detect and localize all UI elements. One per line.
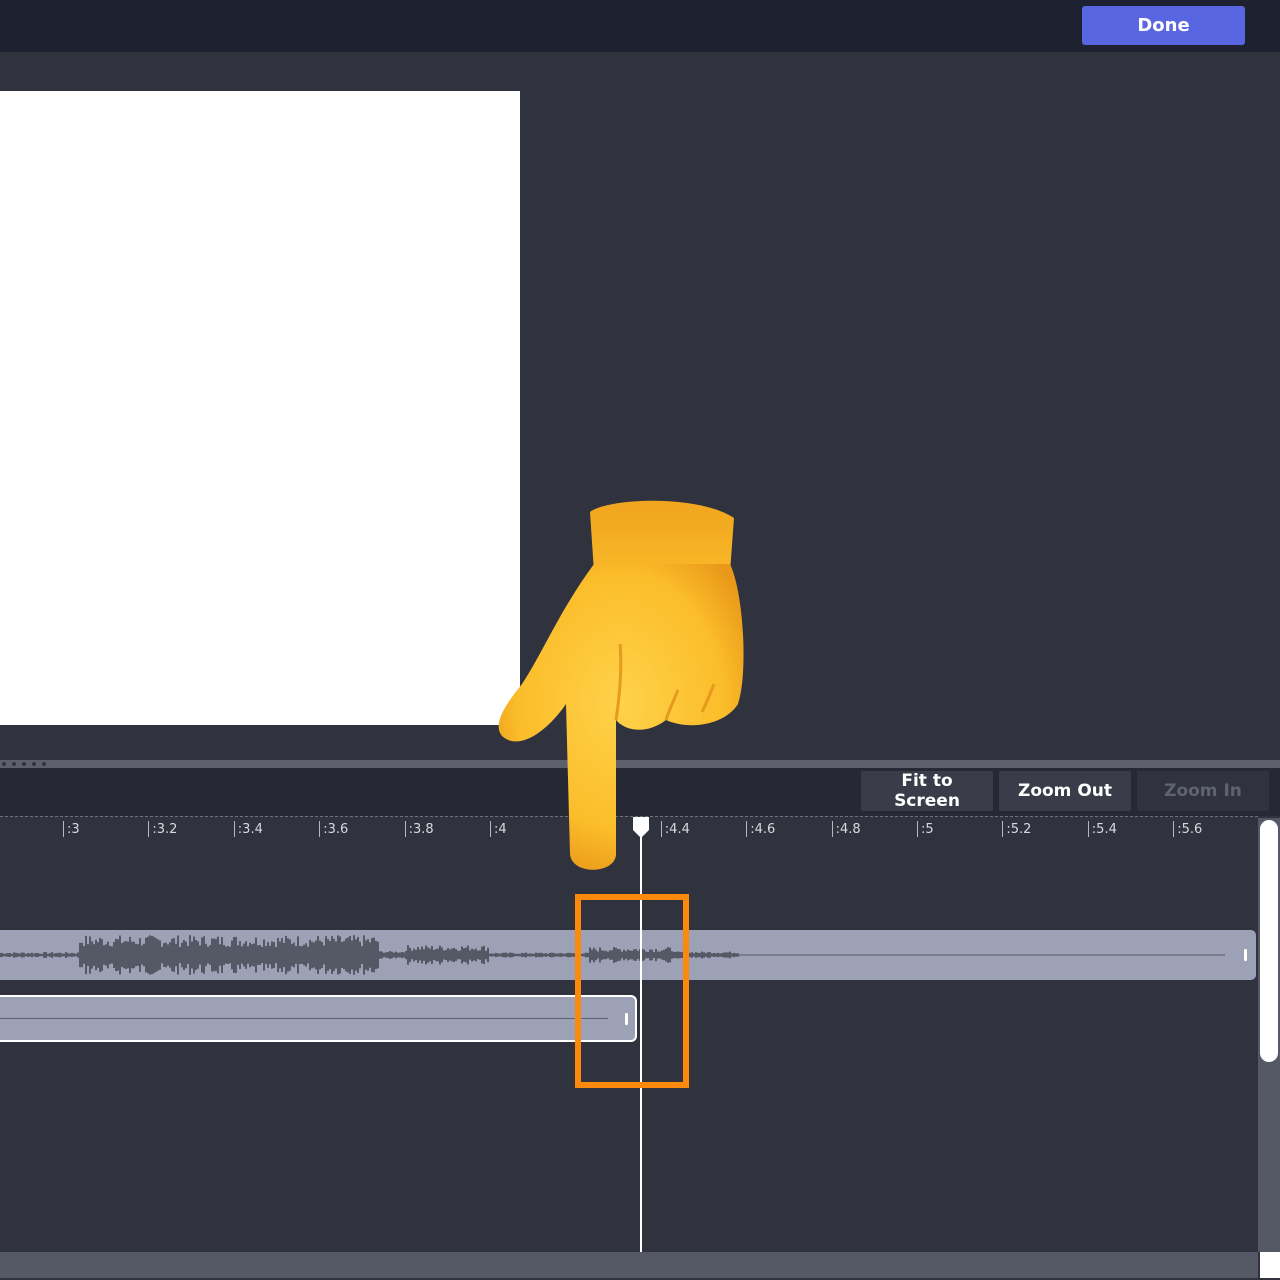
done-button[interactable]: Done [1082,6,1245,45]
top-bar: Done [0,0,1280,52]
horizontal-scrollbar[interactable] [0,1252,1258,1278]
ruler-tick [319,821,321,837]
ruler-tick-label: :5.4 [1091,822,1117,837]
ruler-tick [148,821,150,837]
vertical-scroll-thumb[interactable] [1260,820,1278,1062]
ruler-tick-label: :3.6 [323,822,349,837]
ruler-tick-label: :3 [67,822,80,837]
ruler-tick-label: :5.2 [1006,822,1032,837]
ruler-tick [233,821,235,837]
ruler-tick [490,821,491,837]
highlight-box [575,894,689,1088]
ruler-tick [1173,821,1175,837]
audio-track-clip-selected[interactable] [0,995,637,1042]
ruler-tick-label: :4.8 [835,822,861,837]
ruler-tick-label: :5 [921,822,934,837]
ruler-tick [63,821,64,837]
ruler-tick [404,821,406,837]
clip-trim-handle[interactable] [1244,949,1247,961]
scroll-corner [1260,1252,1280,1278]
preview-canvas [0,91,520,725]
ruler-tick-label: :3.2 [152,822,178,837]
ruler-tick-label: :3.8 [408,822,434,837]
resize-grip-icon[interactable] [2,762,46,766]
zoom-in-button[interactable]: Zoom In [1137,771,1269,811]
ruler-tick-label: :5.6 [1177,822,1203,837]
ruler-tick-label: :4.6 [750,822,776,837]
ruler-tick [1002,821,1004,837]
ruler-tick [1087,821,1089,837]
ruler-tick [831,821,833,837]
zoom-out-button[interactable]: Zoom Out [999,771,1131,811]
ruler-tick [917,821,918,837]
audio-waveform-flat [0,1018,608,1019]
fit-to-screen-button[interactable]: Fit to Screen [861,771,993,811]
ruler-tick-label: :3.4 [237,822,263,837]
pointing-down-hand-icon [498,500,744,870]
